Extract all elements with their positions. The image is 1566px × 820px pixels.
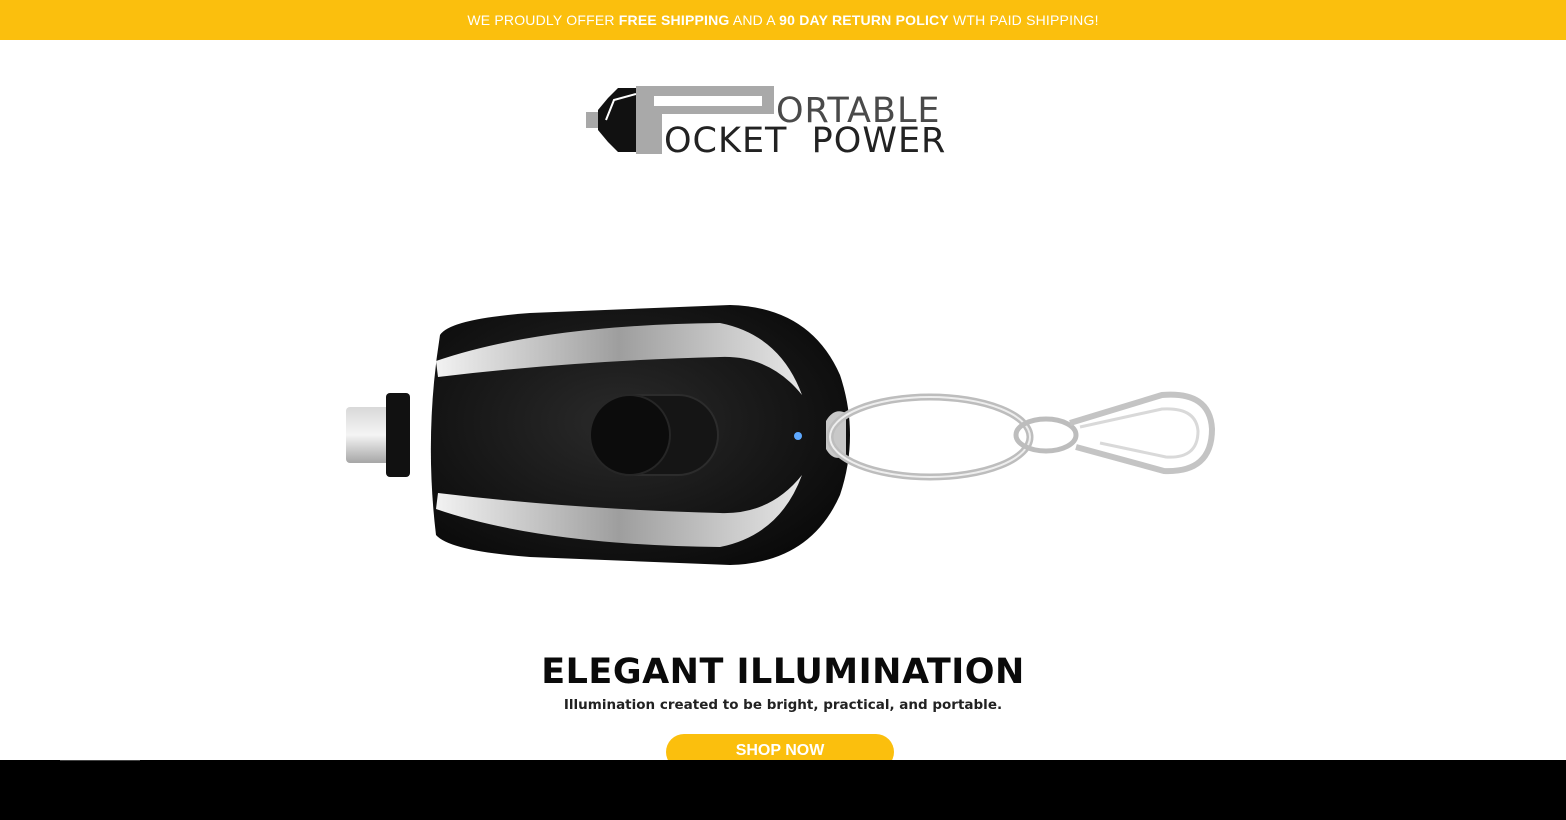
led-indicator: [794, 432, 802, 440]
logo-plug-icon: [586, 112, 600, 128]
hero-product-image: [346, 305, 1216, 565]
logo-line2: OCKET POWER: [664, 121, 946, 158]
power-bank-body: [430, 305, 850, 565]
bottom-black-bar: [0, 760, 1566, 820]
announcement-text: AND A: [729, 12, 780, 28]
announcement-text: WTH PAID SHIPPING!: [948, 12, 1099, 28]
usb-c-connector: [346, 393, 410, 477]
brand-logo[interactable]: ORTABLE OCKET POWER: [584, 84, 960, 158]
announcement-return-policy: 90 DAY RETURN POLICY: [779, 12, 949, 28]
keyring-icon: [826, 391, 1216, 481]
hero-headline: ELEGANT ILLUMINATION: [541, 652, 1025, 692]
bottom-bar-divider: [60, 760, 140, 761]
announcement-bar: WE PROUDLY OFFER FREE SHIPPING AND A 90 …: [0, 0, 1566, 40]
hero-subheadline: Illumination created to be bright, pract…: [563, 697, 1003, 713]
announcement-text: WE PROUDLY OFFER: [467, 12, 619, 28]
announcement-free-shipping: FREE SHIPPING: [618, 12, 730, 28]
